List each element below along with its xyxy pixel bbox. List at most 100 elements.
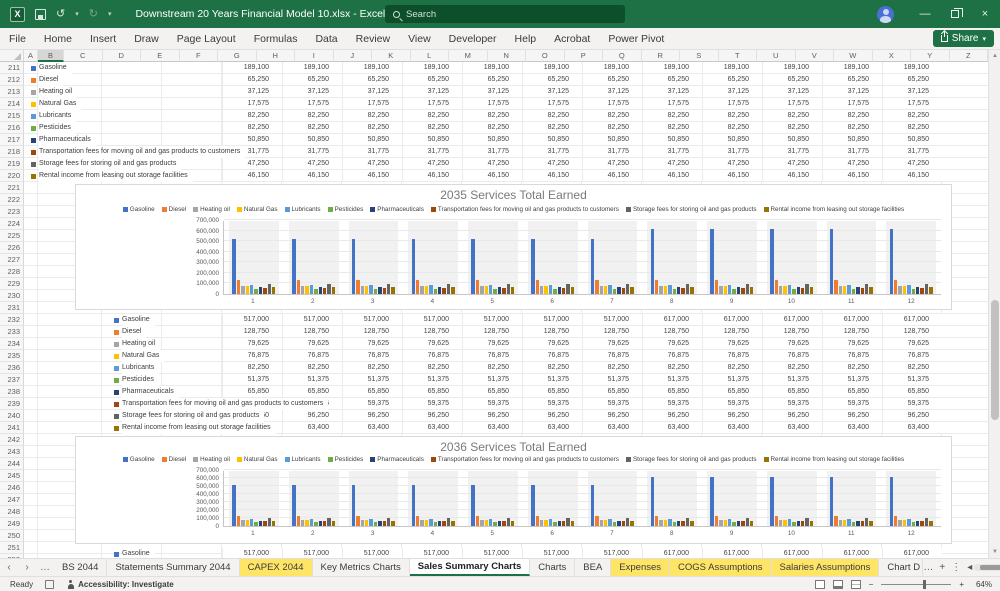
cell[interactable]: 128,750 [462, 326, 522, 338]
cell[interactable]: 50,850 [402, 134, 462, 146]
cell[interactable]: 46,150 [822, 170, 882, 182]
cell[interactable]: 96,250 [402, 410, 462, 422]
cell[interactable]: 82,250 [222, 362, 282, 374]
row-header-216[interactable]: 216 [0, 122, 24, 134]
cell[interactable]: 31,775 [342, 146, 402, 158]
cell[interactable]: 82,250 [402, 362, 462, 374]
cell[interactable]: 517,000 [582, 314, 642, 326]
vertical-scroll-thumb[interactable] [991, 300, 999, 420]
cell[interactable]: 82,250 [462, 362, 522, 374]
cell[interactable]: 189,100 [282, 62, 342, 74]
cell[interactable]: 517,000 [402, 548, 462, 558]
cell[interactable]: 76,875 [822, 350, 882, 362]
cell[interactable]: 617,000 [762, 314, 822, 326]
cell[interactable]: 517,000 [582, 548, 642, 558]
restore-button[interactable] [940, 0, 970, 28]
cell[interactable]: 37,125 [582, 86, 642, 98]
row-header-249[interactable]: 249 [0, 518, 24, 530]
cell[interactable]: 517,000 [522, 548, 582, 558]
cell[interactable]: 65,250 [462, 74, 522, 86]
cell[interactable]: 47,250 [282, 158, 342, 170]
cell[interactable]: 65,850 [642, 386, 702, 398]
cell[interactable]: 63,400 [402, 422, 462, 434]
cell[interactable]: 50,850 [222, 134, 282, 146]
cell[interactable]: 37,125 [702, 86, 762, 98]
cell[interactable]: 96,250 [822, 410, 882, 422]
normal-view-icon[interactable] [814, 579, 825, 589]
cell[interactable]: 17,575 [222, 98, 282, 110]
cell[interactable]: 79,625 [582, 338, 642, 350]
column-header-E[interactable]: E [141, 50, 180, 62]
cell[interactable]: 31,775 [462, 146, 522, 158]
add-sheet-button[interactable]: + [939, 562, 945, 573]
cell[interactable]: 65,250 [702, 74, 762, 86]
row-header-235[interactable]: 235 [0, 350, 24, 362]
cell[interactable]: 617,000 [822, 548, 882, 558]
cell[interactable]: 82,250 [822, 122, 882, 134]
row-header-236[interactable]: 236 [0, 362, 24, 374]
cell[interactable]: 31,775 [402, 146, 462, 158]
cell[interactable]: 63,400 [882, 422, 942, 434]
column-header-T[interactable]: T [718, 50, 757, 62]
sheet-tab-capex-2044[interactable]: CAPEX 2044 [239, 559, 313, 576]
cell[interactable]: 31,775 [282, 146, 342, 158]
cell[interactable]: 76,875 [222, 350, 282, 362]
cell[interactable]: 59,375 [342, 398, 402, 410]
cell[interactable]: 617,000 [702, 314, 762, 326]
cell[interactable]: 617,000 [822, 314, 882, 326]
chart-2036[interactable]: 2036 Services Total Earned Gasoline Diesel… [75, 436, 952, 544]
cell[interactable]: 82,250 [282, 122, 342, 134]
sheet-tab-charts[interactable]: Charts [530, 559, 576, 576]
cell[interactable]: 82,250 [762, 362, 822, 374]
cell[interactable]: 17,575 [582, 98, 642, 110]
cell[interactable]: 17,575 [882, 98, 942, 110]
cell[interactable]: 65,850 [582, 386, 642, 398]
row-header-233[interactable]: 233 [0, 326, 24, 338]
cell[interactable]: 50,850 [762, 134, 822, 146]
cell[interactable]: 189,100 [642, 62, 702, 74]
cell[interactable]: 82,250 [402, 110, 462, 122]
cell[interactable]: 46,150 [282, 170, 342, 182]
close-button[interactable]: × [970, 0, 1000, 28]
cell[interactable]: 517,000 [222, 548, 282, 558]
cell[interactable]: 79,625 [882, 338, 942, 350]
cell[interactable]: 65,250 [222, 74, 282, 86]
cell[interactable]: 59,375 [822, 398, 882, 410]
cell[interactable]: 63,400 [582, 422, 642, 434]
sheet-nav-left-icon[interactable]: ‹ [0, 559, 18, 576]
cell[interactable]: 79,625 [702, 338, 762, 350]
cell[interactable]: 82,250 [222, 110, 282, 122]
cell[interactable]: 96,250 [762, 410, 822, 422]
cell[interactable]: 65,250 [282, 74, 342, 86]
cell[interactable]: 47,250 [462, 158, 522, 170]
cell[interactable]: 517,000 [462, 314, 522, 326]
cell[interactable]: 189,100 [822, 62, 882, 74]
cell[interactable]: 76,875 [342, 350, 402, 362]
cell[interactable]: 128,750 [402, 326, 462, 338]
macro-record-icon[interactable] [45, 579, 55, 589]
cell[interactable]: 96,250 [702, 410, 762, 422]
column-header-W[interactable]: W [834, 50, 873, 62]
cell[interactable]: 82,250 [462, 122, 522, 134]
cell[interactable]: 37,125 [882, 86, 942, 98]
cell[interactable]: 65,250 [402, 74, 462, 86]
cell[interactable]: 65,850 [702, 386, 762, 398]
cell[interactable]: 63,400 [702, 422, 762, 434]
cell[interactable]: 128,750 [642, 326, 702, 338]
cell[interactable]: 82,250 [342, 122, 402, 134]
cell[interactable]: 76,875 [402, 350, 462, 362]
column-header-U[interactable]: U [757, 50, 796, 62]
row-header-223[interactable]: 223 [0, 206, 24, 218]
cell[interactable]: 79,625 [402, 338, 462, 350]
cell[interactable]: 63,400 [642, 422, 702, 434]
column-header-Y[interactable]: Y [911, 50, 950, 62]
zoom-in-icon[interactable]: + [959, 580, 964, 589]
column-header-Q[interactable]: Q [603, 50, 642, 62]
cell[interactable]: 46,150 [642, 170, 702, 182]
cell[interactable]: 82,250 [642, 110, 702, 122]
row-header-243[interactable]: 243 [0, 446, 24, 458]
cell[interactable]: 82,250 [702, 110, 762, 122]
cell[interactable]: 82,250 [582, 110, 642, 122]
cell[interactable]: 82,250 [522, 110, 582, 122]
select-all-corner[interactable] [0, 50, 24, 62]
